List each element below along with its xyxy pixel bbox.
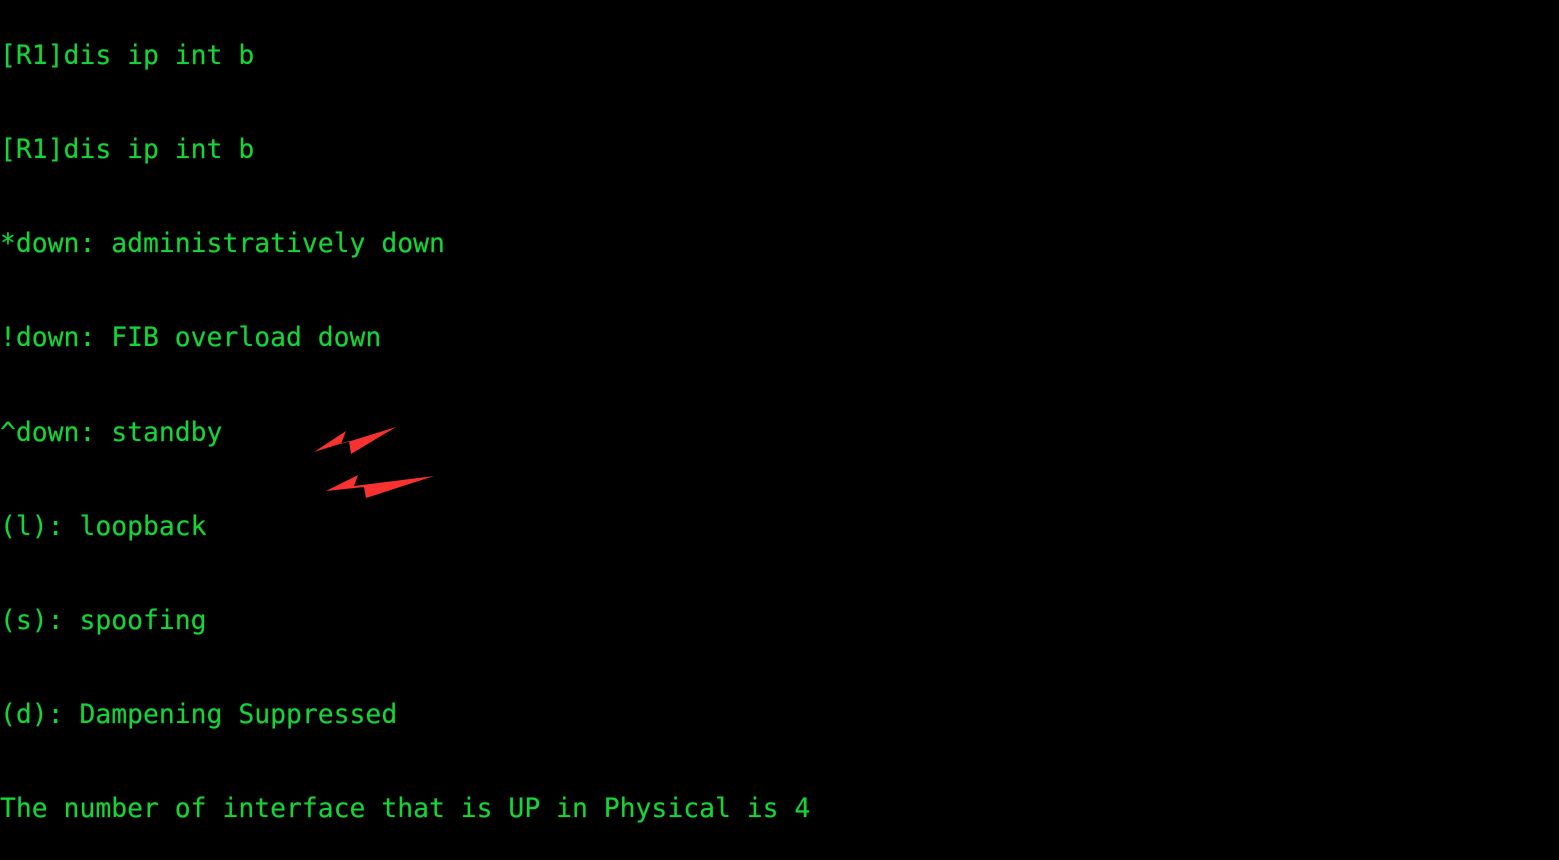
terminal-window[interactable]: [R1]dis ip int b [R1]dis ip int b *down:…	[0, 0, 1559, 860]
terminal-output: [R1]dis ip int b [R1]dis ip int b *down:…	[0, 0, 1559, 860]
legend-line-fib-overload: !down: FIB overload down	[0, 322, 382, 354]
legend-line-admin-down: *down: administratively down	[0, 228, 445, 260]
count-line-up-physical: The number of interface that is UP in Ph…	[0, 793, 811, 825]
legend-line-dampening: (d): Dampening Suppressed	[0, 699, 398, 731]
legend-line-spoofing: (s): spoofing	[0, 605, 207, 637]
terminal-command-line: [R1]dis ip int b	[0, 134, 255, 166]
legend-line-loopback: (l): loopback	[0, 510, 207, 542]
terminal-line-clipped-top: [R1]dis ip int b	[0, 39, 255, 71]
legend-line-standby: ^down: standby	[0, 416, 223, 448]
